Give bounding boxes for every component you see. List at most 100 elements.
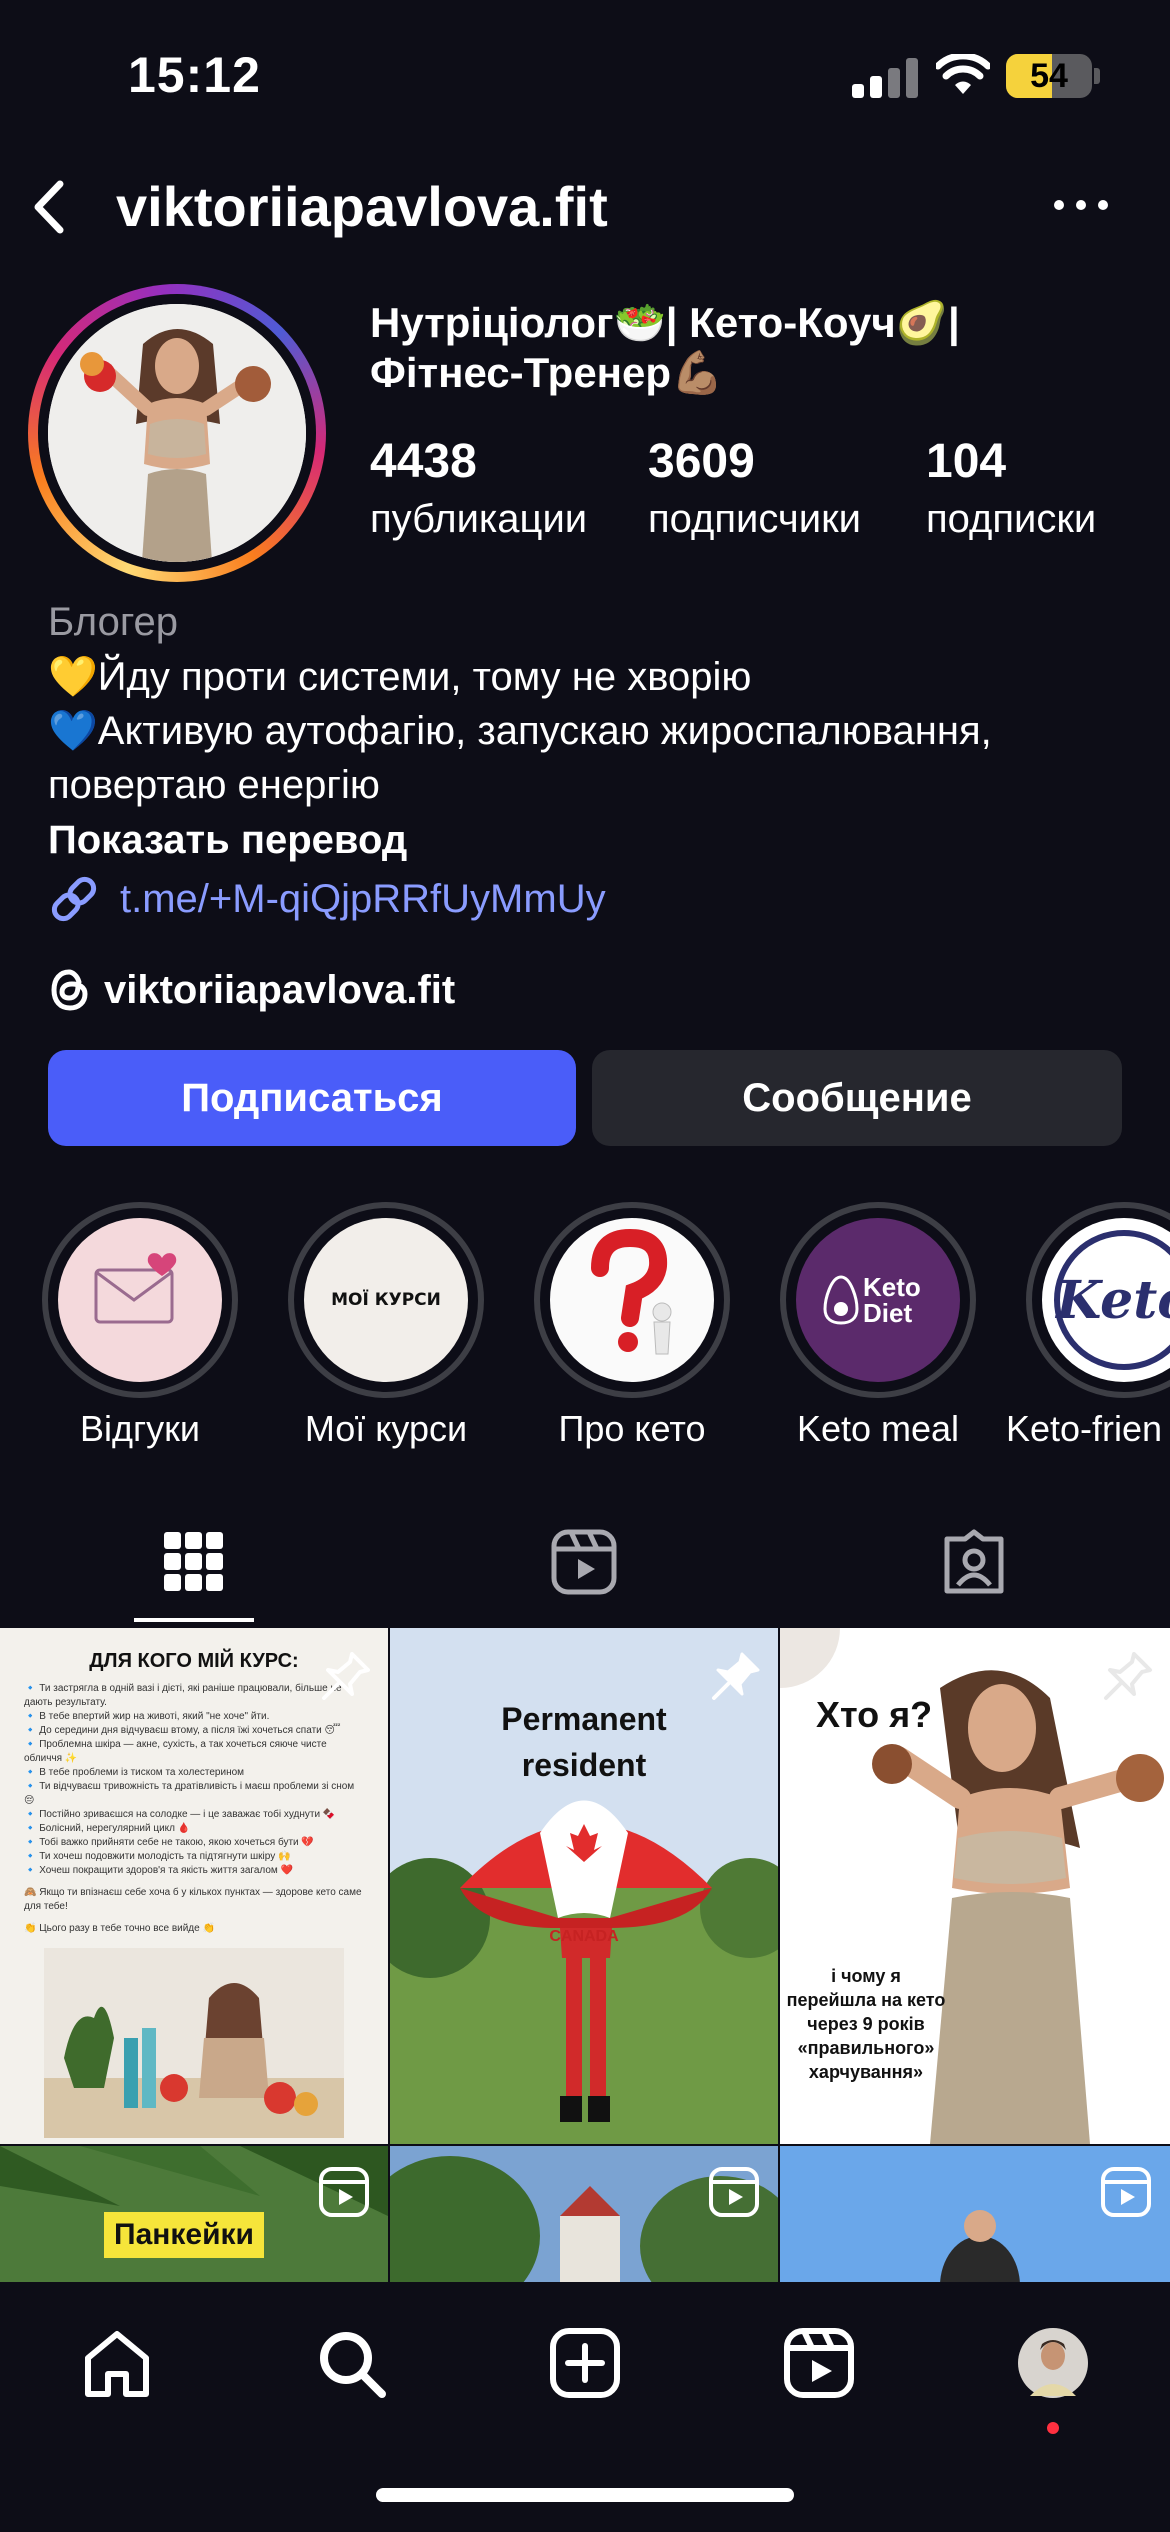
nav-search[interactable] (306, 2318, 396, 2408)
course-footer: 👏 Цього разу в тебе точно все вийде 👏 (24, 1923, 215, 1934)
tab-grid[interactable] (134, 1512, 254, 1612)
battery-level: 54 (1030, 57, 1068, 95)
stat-followers-value: 3609 (648, 435, 755, 488)
search-icon (320, 2332, 386, 2398)
avatar (48, 304, 306, 562)
threads-icon (51, 969, 88, 1011)
status-bar: 15:12 54 (0, 0, 1170, 150)
course-line: 🔹 Ти застрягла в одній вазі і дієті, які… (24, 1683, 342, 1708)
bio-line-3: повертаю енергію (48, 763, 380, 807)
stat-following-value: 104 (926, 435, 1007, 488)
home-icon (85, 2331, 149, 2397)
reels-icon (709, 2167, 759, 2217)
highlight-label: Мої курси (304, 1408, 468, 1449)
status-time: 15:12 (128, 47, 261, 103)
course-line: 🔹 До середини дня відчуваєш втому, а піс… (24, 1725, 341, 1736)
pin-icon (1104, 1652, 1152, 1700)
course-line: 🔹 В тебе впертий жир на животі, який "не… (24, 1711, 270, 1722)
envelope-heart-icon (58, 1218, 222, 1382)
highlight-cover-text: МОЇ КУРСИ (331, 1290, 441, 1310)
bio-link-text: t.me/+M-qiQjpRRfUyMmUy (120, 876, 606, 921)
battery-cap (1094, 68, 1100, 84)
bio-title-line-2: Фітнес-Тренер💪🏽 (370, 349, 724, 396)
course-line: 🔹 Болісний, нерегулярний цикл 🩸 (24, 1823, 191, 1834)
avocado-icon: Keto Diet (796, 1218, 960, 1382)
home-indicator (376, 2488, 794, 2502)
highlight-reviews[interactable]: Відгуки (42, 1202, 238, 1449)
signal-icon (852, 56, 918, 98)
highlight-label: Про кето (558, 1408, 706, 1449)
bio-line-2: 💙Активую аутофагію, запускаю жироспалюва… (48, 709, 992, 753)
follow-button[interactable]: Подписаться (48, 1050, 576, 1146)
pin-icon (712, 1652, 760, 1700)
reels-icon (1101, 2167, 1151, 2217)
stat-following-label: подписки (926, 497, 1097, 541)
threads-badge[interactable]: viktoriiapavlova.fit (48, 962, 455, 1018)
umbrella-text: CANADA (549, 1928, 619, 1945)
stat-followers[interactable]: 3609 подписчики (648, 434, 861, 542)
chevron-left-icon[interactable] (20, 172, 80, 242)
active-tab-indicator (134, 1618, 254, 1622)
highlight-about-keto[interactable]: Про кето (534, 1202, 730, 1449)
post-title: Панкейки (104, 2212, 264, 2258)
post-pancakes[interactable]: Панкейки (0, 2146, 388, 2282)
tagged-icon (944, 1529, 1004, 1594)
nav-reels[interactable] (774, 2318, 864, 2408)
course-line: 🔹 В тебе проблеми із тиском та холестери… (24, 1767, 245, 1778)
course-line: 🔹 Тобі важко прийняти себе не такою, яко… (24, 1837, 314, 1848)
nav-home[interactable] (72, 2318, 162, 2408)
post-who-am-i[interactable]: Хто я? і чому я перейшла на кето через 9… (780, 1628, 1170, 2144)
stat-following[interactable]: 104 подписки (926, 434, 1096, 542)
post-title: Permanent resident (501, 1701, 667, 1783)
show-translation-link[interactable]: Показать перевод (48, 818, 407, 863)
bio-line-1: 💛Йду проти системи, тому не хворію (48, 655, 752, 699)
highlight-keto-friendly[interactable]: Keto Keto-frien (1006, 1202, 1170, 1449)
highlight-label: Відгуки (79, 1408, 200, 1449)
post-reel-3[interactable] (780, 2146, 1170, 2282)
stat-followers-label: подписчики (648, 497, 861, 541)
profile-category: Блогер (48, 600, 179, 644)
highlight-cover-text: Keto (1056, 1269, 1170, 1331)
message-button[interactable]: Сообщение (592, 1050, 1122, 1146)
bio-title: Нутріціолог🥗| Кето-Коуч🥑| Фітнес-Тренер💪… (370, 298, 1150, 398)
reels-icon (551, 1529, 617, 1595)
avatar-story-ring[interactable] (28, 284, 326, 582)
profile-username: viktoriiapavlova.fit (116, 175, 608, 238)
wifi-icon (936, 54, 990, 94)
course-line: 🔹 Постійно зриваєшся на солодке — і це з… (24, 1809, 336, 1820)
bio-link[interactable]: t.me/+M-qiQjpRRfUyMmUy (48, 870, 606, 928)
more-horizontal-icon[interactable] (1054, 190, 1110, 220)
post-permanent-resident[interactable]: Permanent resident CANADA (390, 1628, 778, 2144)
post-course-list: 🔹 Ти застрягла в одній вазі і дієті, які… (24, 1682, 366, 1936)
question-mark-icon (550, 1218, 714, 1382)
threads-handle: viktoriiapavlova.fit (104, 967, 456, 1012)
tab-reels[interactable] (524, 1512, 644, 1612)
course-line: 🔹 Хочеш покращити здоров'я та якість жит… (24, 1865, 293, 1876)
bio-title-line-1: Нутріціолог🥗| Кето-Коуч🥑| (370, 299, 960, 346)
post-course-photo (44, 1948, 344, 2138)
tab-tagged[interactable] (914, 1512, 1034, 1612)
post-caption: і чому я перейшла на кето через 9 років … (786, 1966, 946, 2082)
post-course[interactable]: ДЛЯ КОГО МІЙ КУРС: 🔹 Ти застрягла в одні… (0, 1628, 388, 2144)
create-icon (550, 2328, 620, 2398)
course-line: 🔹 Ти відчуваєш тривожність та дратівливі… (24, 1781, 355, 1806)
post-reel-2[interactable] (390, 2146, 778, 2282)
nav-profile[interactable] (1008, 2318, 1098, 2408)
course-line: 🔹 Проблемна шкіра — акне, сухість, а так… (24, 1739, 327, 1764)
highlight-my-courses[interactable]: МОЇ КУРСИ Мої курси (288, 1202, 484, 1449)
pin-icon (322, 1652, 370, 1700)
highlight-keto-meal[interactable]: Keto Diet Keto meal (780, 1202, 976, 1449)
stat-posts-value: 4438 (370, 435, 477, 488)
reels-icon (319, 2167, 369, 2217)
reels-icon (784, 2328, 854, 2398)
highlight-cover-text: Keto Diet (863, 1272, 921, 1328)
stat-posts-label: публикации (370, 497, 588, 541)
stat-posts[interactable]: 4438 публикации (370, 434, 587, 542)
link-icon (51, 876, 97, 922)
post-title: Хто я? (816, 1694, 933, 1735)
notification-dot (1047, 2422, 1059, 2434)
course-footer: 🙈 Якщо ти впізнаєш себе хоча б у кількох… (24, 1887, 362, 1912)
profile-avatar (1018, 2328, 1088, 2398)
nav-create[interactable] (540, 2318, 630, 2408)
course-line: 🔹 Ти хочеш подовжити молодість та підтяг… (24, 1851, 291, 1862)
